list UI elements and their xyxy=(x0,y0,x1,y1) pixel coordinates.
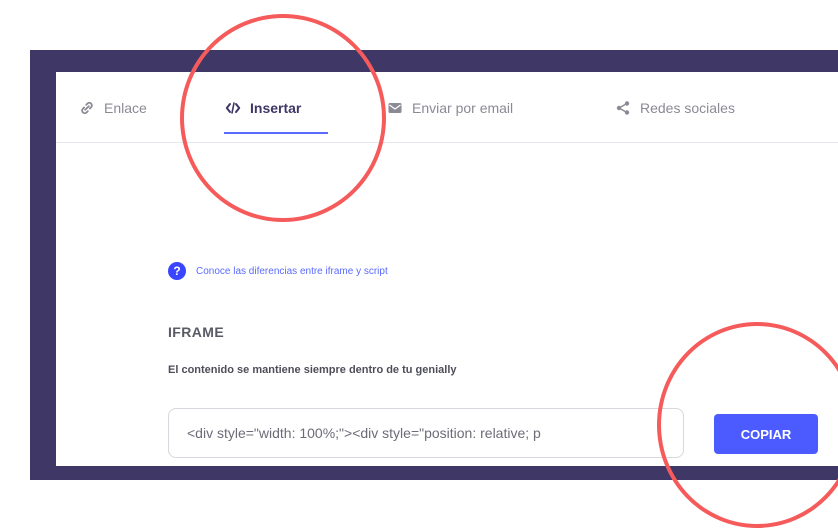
iframe-title: IFRAME xyxy=(168,324,225,340)
email-icon xyxy=(386,99,404,117)
share-tabs: Enlace Insertar Enviar por email Redes s… xyxy=(56,72,838,143)
tab-label: Enlace xyxy=(104,100,147,116)
code-icon xyxy=(224,99,242,117)
tab-enlace[interactable]: Enlace xyxy=(78,94,147,122)
share-icon xyxy=(614,99,632,117)
tab-label: Redes sociales xyxy=(640,100,735,116)
active-tab-indicator xyxy=(224,132,328,134)
help-link[interactable]: Conoce las diferencias entre iframe y sc… xyxy=(196,266,388,277)
link-icon xyxy=(78,99,96,117)
embed-code-input[interactable] xyxy=(168,408,684,458)
copy-button[interactable]: COPIAR xyxy=(714,414,818,454)
tab-label: Insertar xyxy=(250,100,302,116)
iframe-description: El contenido se mantiene siempre dentro … xyxy=(168,364,457,376)
tab-insertar[interactable]: Insertar xyxy=(224,94,301,122)
tab-label: Enviar por email xyxy=(412,100,514,116)
tab-enviar-email[interactable]: Enviar por email xyxy=(386,94,513,122)
help-link-row[interactable]: ? Conoce las diferencias entre iframe y … xyxy=(168,262,388,280)
share-panel: Enlace Insertar Enviar por email Redes s… xyxy=(56,72,838,466)
tab-redes-sociales[interactable]: Redes sociales xyxy=(614,94,735,122)
question-icon: ? xyxy=(168,262,186,280)
